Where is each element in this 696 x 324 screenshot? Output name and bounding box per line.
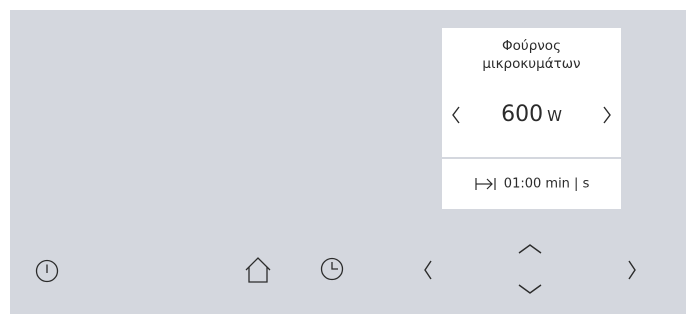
control-panel: Φούρνος μικροκυμάτων 600 W 01:00 min | s xyxy=(10,10,686,314)
nav-right-button[interactable] xyxy=(620,255,644,285)
power-button[interactable] xyxy=(30,254,64,288)
home-icon xyxy=(245,257,271,283)
divider xyxy=(442,157,621,159)
nav-down-button[interactable] xyxy=(512,276,548,302)
home-button[interactable] xyxy=(240,252,276,288)
power-increase-button[interactable] xyxy=(593,100,621,130)
clock-icon xyxy=(320,257,344,281)
clock-button[interactable] xyxy=(315,252,349,286)
nav-up-button[interactable] xyxy=(512,236,548,262)
duration-icon xyxy=(475,178,496,190)
chevron-right-icon xyxy=(603,106,611,124)
mode-title-line2: μικροκυμάτων xyxy=(482,56,581,72)
mode-title-line1: Φούρνος xyxy=(502,38,561,54)
duration-unit: min | s xyxy=(545,176,590,192)
display-card: Φούρνος μικροκυμάτων 600 W 01:00 min | s xyxy=(442,28,621,209)
chevron-down-icon xyxy=(518,284,542,294)
duration-setting[interactable]: 01:00 min | s xyxy=(442,176,621,192)
duration-value: 01:00 xyxy=(503,176,542,192)
power-selector: 600 W xyxy=(442,100,621,130)
power-unit: W xyxy=(547,107,562,125)
power-number: 600 xyxy=(501,102,544,127)
chevron-right-icon xyxy=(628,260,636,280)
mode-title[interactable]: Φούρνος μικροκυμάτων xyxy=(442,37,621,73)
nav-left-button[interactable] xyxy=(416,255,440,285)
chevron-up-icon xyxy=(518,244,542,254)
chevron-left-icon xyxy=(424,260,432,280)
power-icon xyxy=(35,259,59,283)
